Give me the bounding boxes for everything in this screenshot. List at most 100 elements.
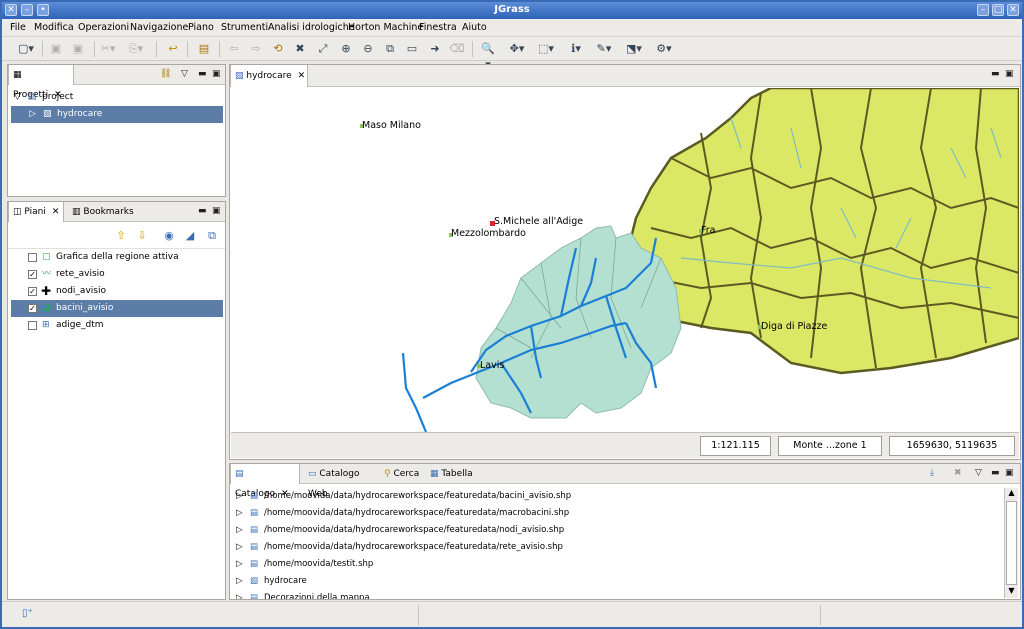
tab-cerca[interactable]: ⚲ Cerca — [380, 464, 424, 484]
view-menu-icon[interactable]: ▽ — [181, 69, 188, 79]
link-icon[interactable]: ⛓ — [160, 69, 171, 79]
menu-aiuto[interactable]: Aiuto — [462, 22, 487, 33]
back-icon[interactable]: ⇦ — [226, 41, 242, 57]
zoom-selection-icon[interactable]: ⧉ — [382, 41, 398, 57]
view-menu-icon[interactable]: ▽ — [975, 468, 982, 478]
window-close-button[interactable]: ✕ — [1007, 4, 1019, 16]
close-icon[interactable]: ✕ — [298, 71, 306, 81]
minimize-icon[interactable]: ▬ — [198, 69, 207, 79]
scrollbar-thumb[interactable] — [1006, 501, 1017, 585]
window-maximize-button[interactable]: □ — [992, 4, 1004, 16]
layer-row[interactable]: ⊞ adige_dtm — [8, 317, 225, 334]
menu-analisi-idrologiche[interactable]: Analisi idrologiche — [268, 22, 355, 33]
import-icon[interactable]: ⤓ — [930, 468, 934, 478]
layer-row[interactable]: ✓ ◪ bacini_avisio — [11, 300, 223, 317]
tab-bookmarks[interactable]: ▥ Bookmarks — [68, 202, 138, 222]
undo-icon[interactable]: ↩ — [165, 41, 181, 57]
clear-icon[interactable]: ⌫ — [449, 41, 465, 57]
next-icon[interactable]: ➜ — [427, 41, 443, 57]
scroll-up-icon[interactable]: ▲ — [1005, 488, 1018, 500]
edit-tool-icon[interactable]: ✎▾ — [596, 41, 612, 57]
layer-checkbox[interactable]: ✓ — [28, 304, 37, 313]
menu-navigazione[interactable]: Navigazione — [130, 22, 188, 33]
catalog-scrollbar[interactable]: ▲ ▼ — [1004, 488, 1018, 598]
zoom-extent-icon[interactable]: ⤢ — [315, 41, 331, 57]
layer-props-icon[interactable]: ⧉ — [204, 228, 220, 244]
minimize-icon[interactable]: ▬ — [991, 69, 1000, 79]
pan-tool-icon[interactable]: ✥▾ — [509, 41, 525, 57]
tab-progetti[interactable]: ▦ Progetti ✕ — [8, 65, 74, 100]
projects-panel: ▦ Progetti ✕ ⛓ ▽ ▬ ▣ ▽ ▤ project ▷ ▧ hydr… — [7, 64, 226, 197]
window-minimize-button[interactable]: – — [977, 4, 989, 16]
tree-item-project[interactable]: ▽ ▤ project — [8, 89, 225, 106]
layer-row[interactable]: ▢ Grafica della regione attiva — [8, 249, 225, 266]
move-up-icon[interactable]: ⇧ — [113, 228, 129, 244]
coordinates-field[interactable]: 1659630, 5119635 — [889, 436, 1015, 456]
menu-horton-machine[interactable]: Horton Machine — [348, 22, 423, 33]
stop-render-icon[interactable]: ✖ — [292, 41, 308, 57]
style-icon[interactable]: ◉ — [161, 228, 177, 244]
layer-checkbox[interactable] — [28, 253, 37, 262]
tab-piani[interactable]: ◫ Piani ✕ — [8, 202, 64, 222]
point-layer-icon: ✚ — [41, 284, 52, 298]
layer-checkbox[interactable] — [28, 321, 37, 330]
save-all-icon[interactable]: ▣ — [70, 41, 86, 57]
screen-icon[interactable]: ▭ — [404, 41, 420, 57]
maximize-icon[interactable]: ▣ — [212, 206, 221, 216]
tab-catalogo[interactable]: ▤ Catalogo ✕ — [230, 464, 300, 499]
expand-icon[interactable]: ▷ — [236, 590, 243, 599]
file-icon: ▤ — [250, 508, 259, 518]
layer-checkbox[interactable]: ✓ — [28, 270, 37, 279]
expand-icon[interactable]: ▷ — [236, 573, 243, 590]
selection-tool-icon[interactable]: ⬚▾ — [538, 41, 554, 57]
remove-icon[interactable]: ✖ — [954, 468, 962, 478]
minimize-icon[interactable]: ▬ — [198, 206, 207, 216]
crs-field[interactable]: Monte ...zone 1 — [778, 436, 882, 456]
layer-row[interactable]: ✓ 〰 rete_avisio — [8, 266, 225, 283]
tab-catalogo-web[interactable]: ▭ Catalogo Web — [304, 464, 376, 499]
new-icon[interactable]: ▢▾ — [18, 41, 34, 57]
map-canvas[interactable]: Maso Milano S.Michele all'Adige Mezzolom… — [231, 88, 1019, 432]
expand-icon[interactable]: ▷ — [236, 522, 243, 539]
layer-checkbox[interactable]: ✓ — [28, 287, 37, 296]
tab-tabella[interactable]: ▦ Tabella — [426, 464, 476, 484]
menu-operazioni[interactable]: Operazioni — [78, 22, 129, 33]
expand-icon[interactable]: ▽ — [14, 89, 21, 106]
info-tool-icon[interactable]: ℹ▾ — [568, 41, 584, 57]
fast-view-icon[interactable]: ▯⁺ — [22, 608, 33, 619]
zoom-in-icon[interactable]: ⊕ — [338, 41, 354, 57]
save-icon[interactable]: ▣ — [48, 41, 64, 57]
menu-strumenti[interactable]: Strumenti — [221, 22, 268, 33]
maximize-icon[interactable]: ▣ — [1005, 69, 1014, 79]
refresh-icon[interactable]: ⟲ — [270, 41, 286, 57]
move-down-icon[interactable]: ⇩ — [134, 228, 150, 244]
zoom-tool-icon[interactable]: 🔍▾ — [480, 41, 496, 71]
collapse-icon[interactable]: ▷ — [29, 106, 36, 123]
forward-icon[interactable]: ⇨ — [248, 41, 264, 57]
zoom-out-icon[interactable]: ⊖ — [360, 41, 376, 57]
menu-file[interactable]: File — [10, 22, 26, 33]
scroll-down-icon[interactable]: ▼ — [1005, 586, 1018, 598]
expand-icon[interactable]: ▷ — [236, 539, 243, 556]
close-icon[interactable]: ✕ — [52, 207, 60, 217]
cut-icon[interactable]: ✂▾ — [100, 41, 116, 57]
tree-item-hydrocare[interactable]: ▷ ▧ hydrocare — [11, 106, 223, 123]
plugin-tool-icon[interactable]: ⚙▾ — [656, 41, 672, 57]
map-icon: ▧ — [235, 71, 244, 81]
menu-finestra[interactable]: Finestra — [419, 22, 457, 33]
legend-icon[interactable]: ◢ — [182, 228, 198, 244]
maximize-icon[interactable]: ▣ — [1005, 468, 1014, 478]
properties-icon[interactable]: ▤ — [196, 41, 212, 57]
expand-icon[interactable]: ▷ — [236, 505, 243, 522]
minimize-icon[interactable]: ▬ — [991, 468, 1000, 478]
create-feature-icon[interactable]: ⬔▾ — [626, 41, 642, 57]
layer-row[interactable]: ✓ ✚ nodi_avisio — [8, 283, 225, 300]
tab-hydrocare[interactable]: ▧ hydrocare ✕ — [230, 65, 308, 87]
expand-icon[interactable]: ▷ — [236, 556, 243, 573]
expand-icon[interactable]: ▷ — [236, 488, 243, 505]
scale-field[interactable]: 1:121.115 — [700, 436, 771, 456]
menu-piano[interactable]: Piano — [188, 22, 214, 33]
maximize-icon[interactable]: ▣ — [212, 69, 221, 79]
menu-modifica[interactable]: Modifica — [34, 22, 74, 33]
copy-icon[interactable]: ⎘▾ — [128, 41, 144, 57]
